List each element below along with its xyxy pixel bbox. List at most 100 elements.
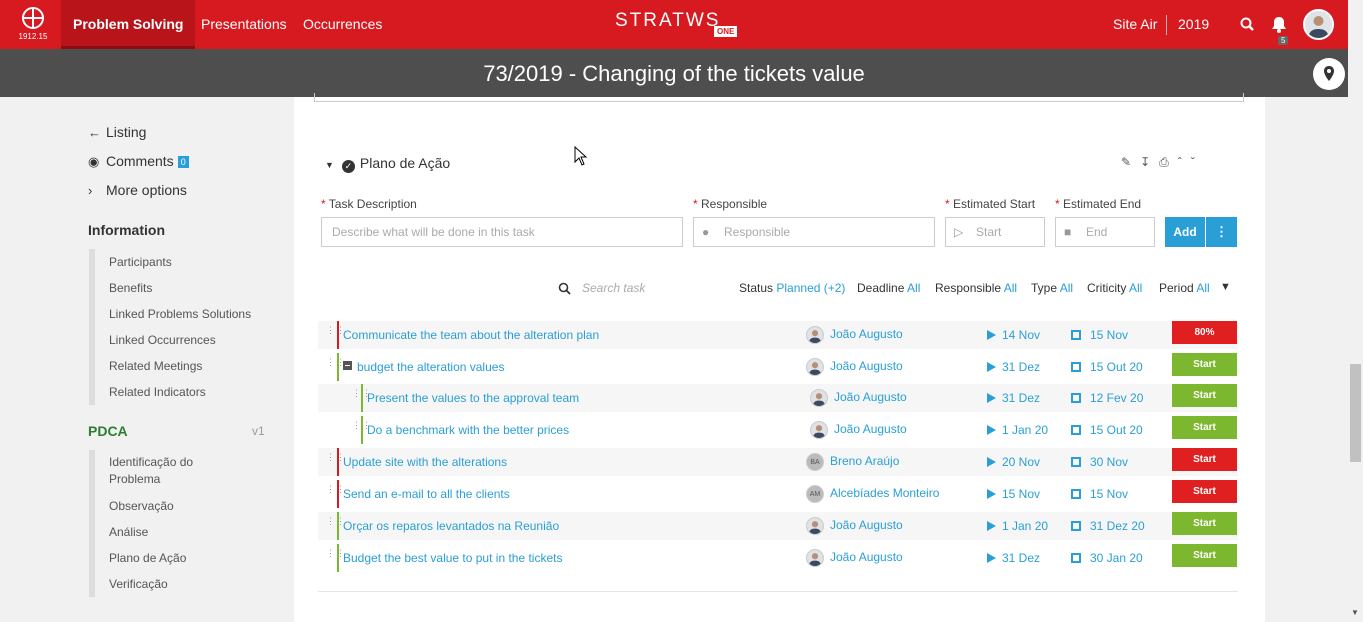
task-text[interactable]: Do a benchmark with the better prices [367, 423, 569, 437]
sidebar-item-participants[interactable]: Participants [109, 249, 251, 275]
user-icon: ● [702, 225, 710, 239]
nav-presentations[interactable]: Presentations [201, 0, 287, 49]
square-icon [1071, 553, 1081, 563]
task-end-date: 15 Nov [1071, 487, 1128, 501]
responsible-avatar [806, 358, 824, 376]
map-pin-button[interactable] [1313, 58, 1345, 90]
app-logo[interactable]: 1912.15 [18, 7, 48, 41]
task-row[interactable]: ⋮⋮ Budget the best value to put in the ti… [318, 544, 1238, 572]
sidebar-item-related-indicators[interactable]: Related Indicators [109, 379, 251, 405]
bell-icon[interactable] [1271, 16, 1287, 33]
sidebar-item-linked-occurrences[interactable]: Linked Occurrences [109, 327, 251, 353]
estimated-end-label: * Estimated End [1055, 197, 1142, 211]
task-text[interactable]: Send an e-mail to all the clients [343, 487, 510, 501]
task-status-badge[interactable]: Start [1172, 480, 1237, 503]
sidebar-link-more-options[interactable]: › More options [88, 182, 187, 198]
sidebar-item-benefits[interactable]: Benefits [109, 275, 251, 301]
filter-type[interactable]: Type All [1031, 281, 1073, 295]
filter-responsible[interactable]: Responsible All [935, 281, 1017, 295]
main-content: ▼ ✓ Plano de Ação ✎↧⎙ˆˇ * Task Description… [294, 93, 1265, 622]
criticity-bar [337, 544, 339, 572]
task-responsible[interactable]: Alcebíades Monteiro [830, 486, 939, 500]
task-responsible[interactable]: João Augusto [830, 550, 903, 564]
task-status-badge[interactable]: Start [1172, 512, 1237, 535]
task-status-badge[interactable]: Start [1172, 384, 1237, 407]
criticity-bar [337, 480, 339, 508]
task-status-badge[interactable]: Start [1172, 353, 1237, 376]
page-scrollbar[interactable] [1348, 0, 1363, 622]
caret-down-icon: ▼ [325, 160, 334, 170]
sidebar-item-plano-de-acao[interactable]: Plano de Ação [109, 545, 209, 571]
sidebar-item-related-meetings[interactable]: Related Meetings [109, 353, 251, 379]
clear-filter-icon[interactable]: ▼ [1220, 281, 1231, 293]
task-description-input[interactable]: Describe what will be done in this task [321, 217, 683, 247]
edit-icon[interactable]: ✎ [1121, 155, 1140, 169]
chevron-down-icon[interactable]: ˇ [1191, 155, 1204, 169]
task-row[interactable]: ⋮⋮Do a benchmark with the better pricesJ… [318, 416, 1238, 444]
sidebar-item-linked-problems[interactable]: Linked Problems Solutions [109, 301, 251, 327]
search-task-input[interactable]: Search task [582, 281, 645, 295]
square-icon [1071, 521, 1081, 531]
task-text[interactable]: Present the values to the approval team [367, 391, 579, 405]
sidebar-link-comments[interactable]: ◉ Comments 0 [88, 153, 189, 170]
filter-status[interactable]: Status Planned (+2) [739, 281, 845, 295]
list-bottom-divider [318, 591, 1238, 592]
task-end-date: 15 Nov [1071, 328, 1128, 342]
download-icon[interactable]: ↧ [1140, 155, 1159, 169]
task-status-badge[interactable]: Start [1172, 544, 1237, 567]
task-status-badge[interactable]: Start [1172, 448, 1237, 471]
task-responsible[interactable]: João Augusto [834, 422, 907, 436]
print-icon[interactable]: ⎙ [1159, 155, 1178, 169]
section-header[interactable]: ▼ ✓ Plano de Ação [325, 155, 450, 173]
sidebar-item-verificacao[interactable]: Verificação [109, 571, 209, 597]
responsible-input[interactable]: ● Responsible [693, 217, 935, 247]
task-text[interactable]: Update site with the alterations [343, 455, 507, 469]
nav-occurrences[interactable]: Occurrences [303, 0, 382, 49]
task-row[interactable]: ⋮⋮ budget the alteration values João Augus… [318, 353, 1238, 381]
task-text[interactable]: budget the alteration values [343, 360, 504, 374]
user-avatar[interactable] [1303, 9, 1334, 40]
task-text[interactable]: Budget the best value to put in the tick… [343, 551, 562, 565]
textarea-bottom-edge[interactable] [314, 93, 1244, 102]
estimated-end-input[interactable]: ■ End [1055, 217, 1155, 247]
nav-problem-solving[interactable]: Problem Solving [61, 0, 196, 49]
task-responsible[interactable]: João Augusto [830, 518, 903, 532]
task-responsible[interactable]: João Augusto [830, 327, 903, 341]
task-row[interactable]: ⋮⋮ Send an e-mail to all the clients AM Alc… [318, 480, 1238, 508]
task-row[interactable]: ⋮⋮ Orçar os reparos levantados na Reunião… [318, 512, 1238, 540]
scrollbar-thumb[interactable] [1350, 364, 1361, 462]
sidebar-item-analise[interactable]: Análise [109, 519, 209, 545]
filter-criticity[interactable]: Criticity All [1087, 281, 1142, 295]
task-row[interactable]: ⋮⋮ Communicate the team about the alterat… [318, 321, 1238, 349]
estimated-start-input[interactable]: ▷ Start [945, 217, 1045, 247]
sidebar-item-identificacao[interactable]: Identificação do Problema [109, 450, 209, 493]
filter-period[interactable]: Period All [1159, 281, 1210, 295]
site-selector[interactable]: Site Air [1113, 0, 1157, 49]
square-icon [1071, 425, 1081, 435]
filter-deadline[interactable]: Deadline All [857, 281, 920, 295]
collapse-icon[interactable] [343, 361, 352, 370]
task-row[interactable]: ⋮⋮Present the values to the approval tea… [318, 384, 1238, 412]
logo-icon [22, 7, 44, 29]
task-status-badge[interactable]: Start [1172, 416, 1237, 439]
add-task-button[interactable]: Add [1165, 217, 1205, 247]
task-row[interactable]: ⋮⋮ Update site with the alterations BA Bren… [318, 448, 1238, 476]
task-text[interactable]: Communicate the team about the alteratio… [343, 328, 599, 342]
task-status-badge[interactable]: 80% [1172, 321, 1237, 344]
task-responsible[interactable]: João Augusto [830, 359, 903, 373]
year-selector[interactable]: 2019 [1178, 0, 1209, 49]
sidebar-link-listing[interactable]: ← Listing [88, 124, 146, 140]
comments-icon: ◉ [88, 154, 100, 169]
scroll-down-arrow-icon[interactable]: ▼ [1351, 608, 1359, 617]
chevron-up-icon[interactable]: ˆ [1178, 155, 1191, 169]
task-description-label: * Task Description [321, 197, 417, 211]
mouse-cursor-icon [574, 146, 588, 166]
task-responsible[interactable]: João Augusto [834, 390, 907, 404]
task-text[interactable]: Orçar os reparos levantados na Reunião [343, 519, 559, 533]
notification-count: 5 [1278, 36, 1289, 45]
more-actions-button[interactable]: ⋮ [1206, 217, 1237, 247]
search-icon[interactable] [1240, 17, 1254, 31]
task-responsible[interactable]: Breno Araújo [830, 454, 899, 468]
criticity-bar [337, 512, 339, 540]
sidebar-item-observacao[interactable]: Observação [109, 493, 209, 519]
